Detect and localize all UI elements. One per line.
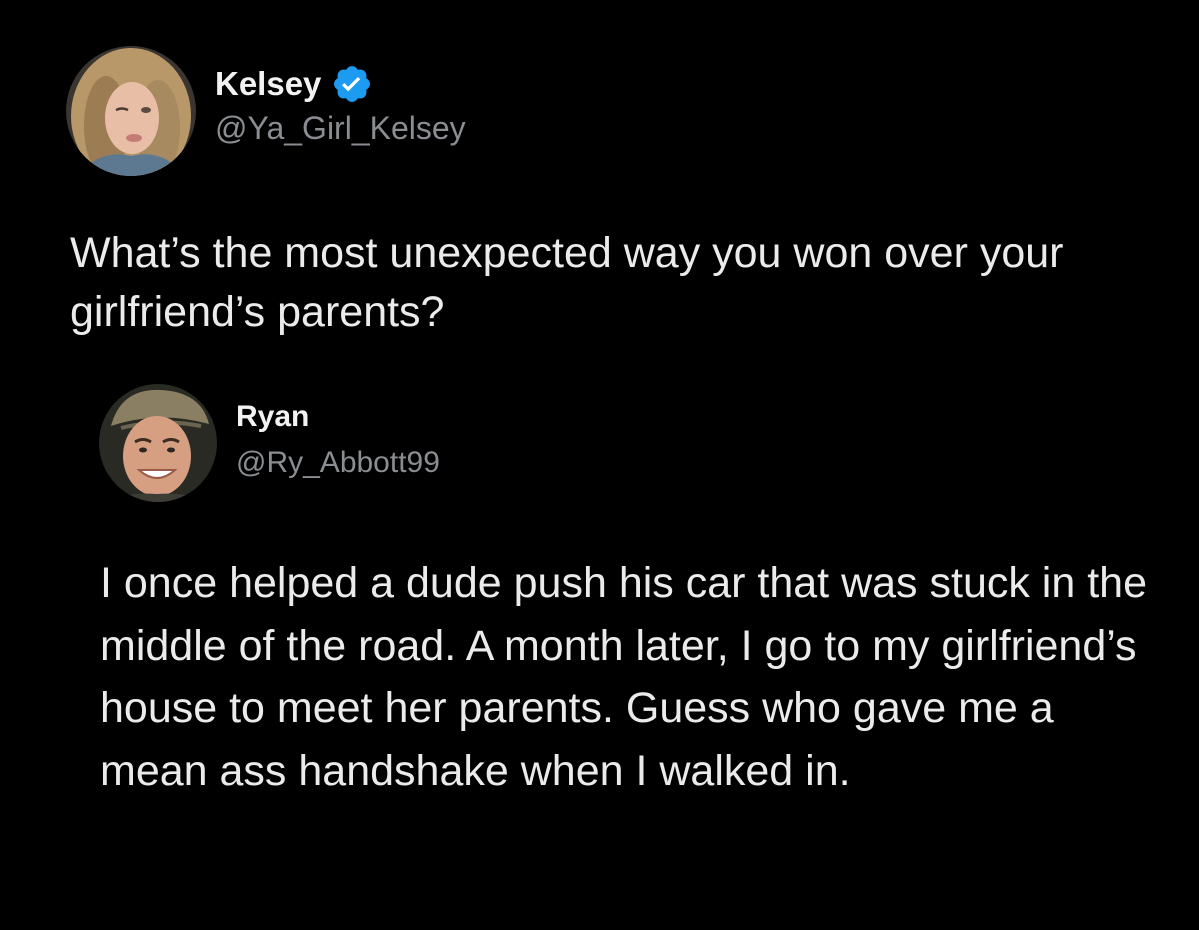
verified-badge-icon	[331, 63, 373, 105]
tweet-kelsey[interactable]: Kelsey @Ya_Girl_Kelsey What’s the most u…	[0, 0, 1199, 360]
ryan-avatar[interactable]	[99, 384, 217, 502]
kelsey-handle[interactable]: @Ya_Girl_Kelsey	[215, 110, 466, 147]
kelsey-tweet-text: What’s the most unexpected way you won o…	[70, 229, 1064, 336]
ryan-display-name[interactable]: Ryan	[236, 400, 309, 434]
ryan-tweet-text: I once helped a dude push his car that w…	[100, 559, 1147, 795]
kelsey-display-name[interactable]: Kelsey	[215, 65, 321, 103]
kelsey-avatar[interactable]	[66, 46, 196, 176]
kelsey-name-row: Kelsey	[215, 62, 373, 106]
tweet-ryan[interactable]: Ryan @Ry_Abbott99 I once helped a dude p…	[0, 360, 1199, 930]
ryan-handle[interactable]: @Ry_Abbott99	[236, 446, 440, 480]
